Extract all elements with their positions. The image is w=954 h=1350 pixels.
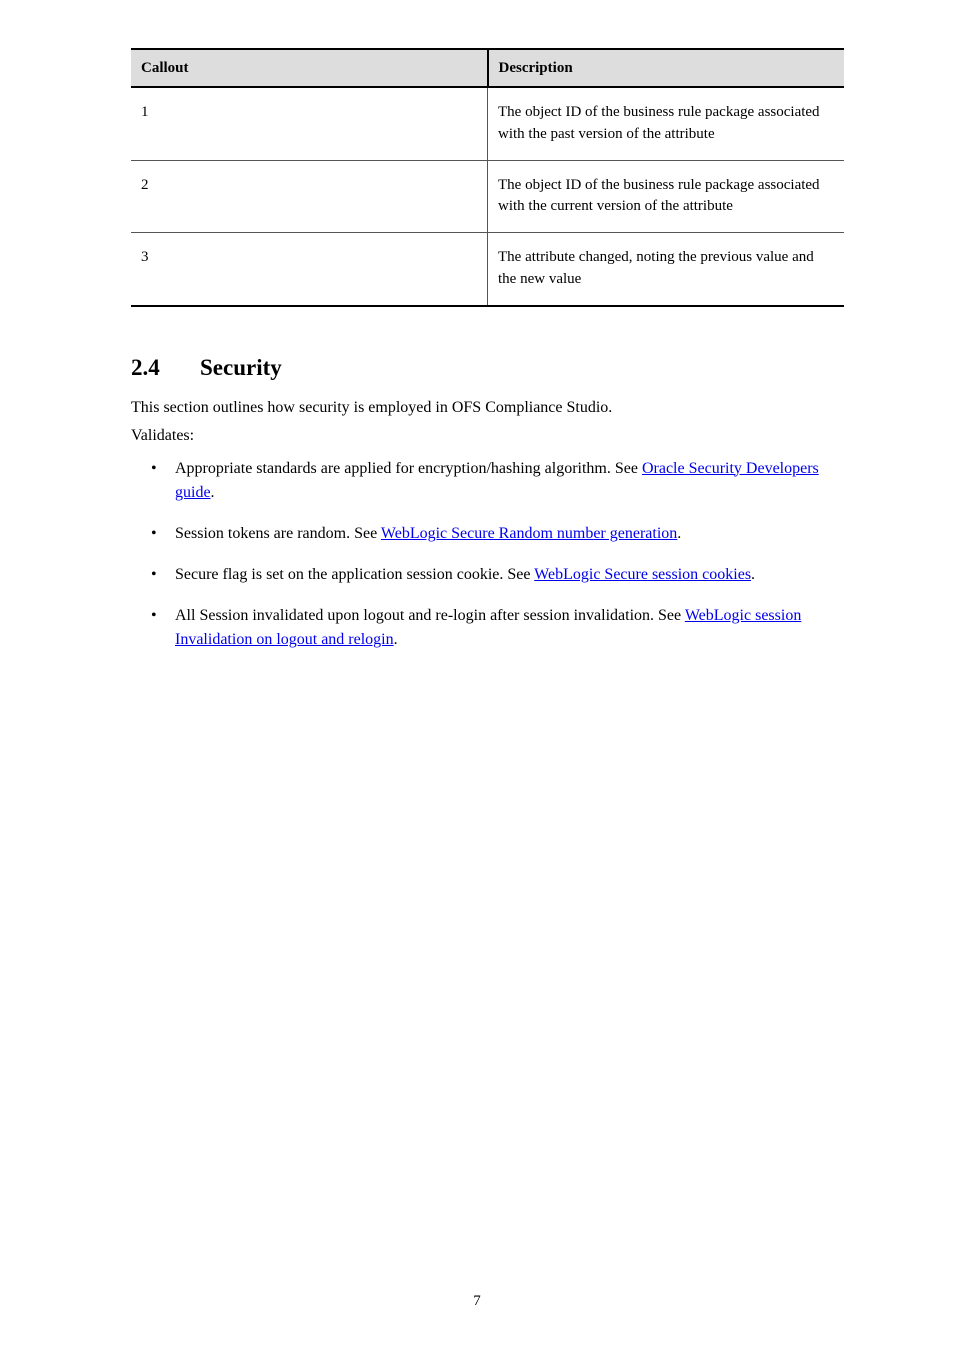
cell-description: The object ID of the business rule packa… [488, 160, 845, 233]
callout-table: Callout Description 1 The object ID of t… [131, 48, 844, 307]
link-weblogic-secure-random[interactable]: WebLogic Secure Random number generation [381, 525, 677, 542]
bullet-text-after: . [211, 484, 215, 501]
bullet-text-after: . [751, 566, 755, 583]
cell-callout: 1 [131, 87, 488, 160]
table-header-callout: Callout [131, 49, 488, 87]
table-header-description: Description [488, 49, 845, 87]
bullet-text-after: . [677, 525, 681, 542]
page-number: 7 [0, 1293, 954, 1310]
section-intro: This section outlines how security is em… [131, 399, 844, 417]
cell-description: The object ID of the business rule packa… [488, 87, 845, 160]
cell-callout: 2 [131, 160, 488, 233]
section-title: Security [200, 355, 282, 380]
bullet-text-after: . [394, 631, 398, 648]
bullet-list: Appropriate standards are applied for en… [137, 457, 844, 654]
table-row: 2 The object ID of the business rule pac… [131, 160, 844, 233]
link-weblogic-secure-session-cookies[interactable]: WebLogic Secure session cookies [534, 566, 751, 583]
list-item: Session tokens are random. See WebLogic … [137, 522, 844, 547]
bullet-text: All Session invalidated upon logout and … [175, 607, 685, 624]
bullet-text: Appropriate standards are applied for en… [175, 460, 642, 477]
cell-callout: 3 [131, 233, 488, 306]
section-heading: 2.4 Security [131, 355, 844, 381]
validates-label: Validates: [131, 427, 844, 445]
table-row: 3 The attribute changed, noting the prev… [131, 233, 844, 306]
bullet-text: Session tokens are random. See [175, 525, 381, 542]
section-number: 2.4 [131, 355, 160, 380]
table-row: 1 The object ID of the business rule pac… [131, 87, 844, 160]
list-item: Appropriate standards are applied for en… [137, 457, 844, 507]
bullet-text: Secure flag is set on the application se… [175, 566, 534, 583]
cell-description: The attribute changed, noting the previo… [488, 233, 845, 306]
list-item: Secure flag is set on the application se… [137, 563, 844, 588]
list-item: All Session invalidated upon logout and … [137, 604, 844, 654]
